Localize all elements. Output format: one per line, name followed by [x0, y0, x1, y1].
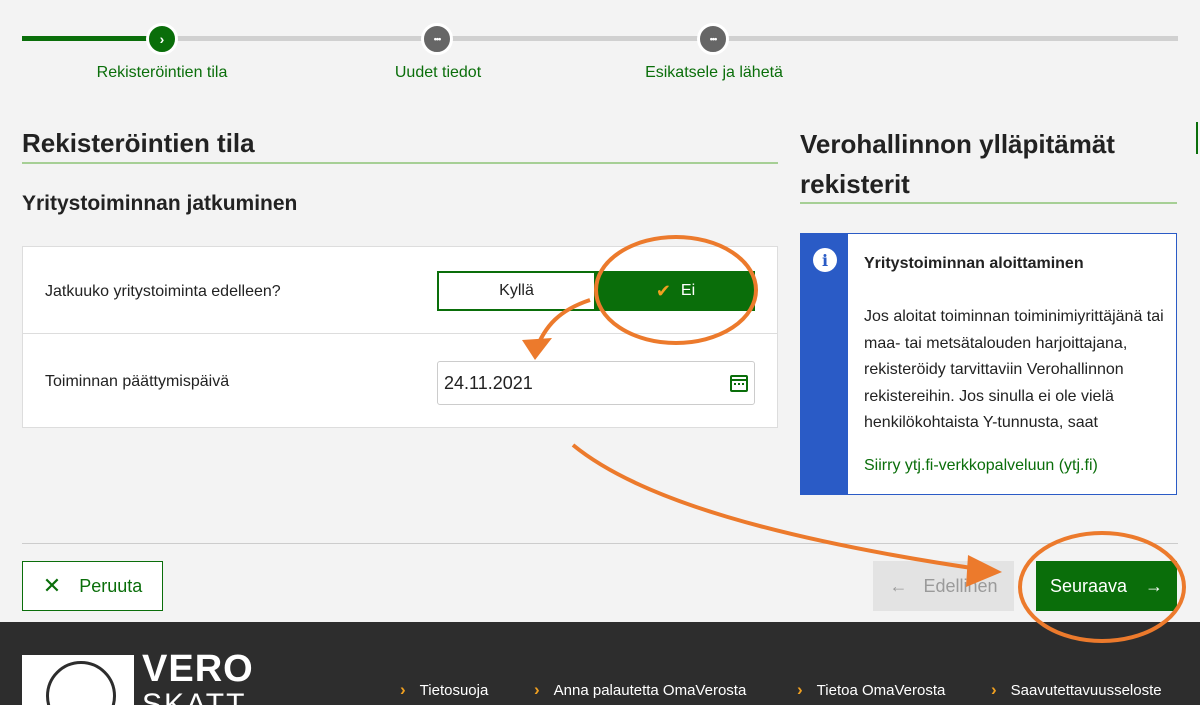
chevron-right-icon: ›	[400, 680, 406, 699]
cancel-button[interactable]: ✕ Peruuta	[22, 561, 163, 611]
footer-link-feedback[interactable]: › Anna palautetta OmaVerosta	[534, 680, 746, 700]
end-date-input[interactable]: 24.11.2021	[437, 361, 755, 405]
chevron-right-icon: ›	[534, 680, 540, 699]
step-3-label: Esikatsele ja lähetä	[645, 64, 783, 81]
step-2-label: Uudet tiedot	[394, 64, 482, 81]
footer-link-label: Tietoa OmaVerosta	[816, 681, 946, 699]
step-1-label[interactable]: Rekisteröintien tila	[97, 64, 228, 82]
footer-link-privacy[interactable]: › Tietosuoja	[400, 680, 488, 700]
info-title: Yritystoiminnan aloittaminen	[864, 255, 1084, 272]
end-date-label: Toiminnan päättymispäivä	[45, 373, 230, 390]
checkmark-icon: ✔	[655, 280, 671, 301]
footer-link-label: Tietosuoja	[419, 681, 489, 699]
more-dots-icon: •••	[433, 34, 442, 44]
info-icon: i	[813, 248, 837, 272]
chevron-right-icon: ›	[797, 680, 803, 699]
next-label: Seuraava	[1049, 575, 1128, 596]
previous-label: Edellinen	[923, 575, 998, 596]
logo-wordmark: VERO	[142, 648, 254, 690]
chevron-right-icon: ›	[991, 680, 997, 699]
side-divider	[800, 202, 1177, 204]
previous-button[interactable]: ← Edellinen	[873, 561, 1014, 611]
page-title: Rekisteröintien tila	[22, 128, 255, 158]
arrow-left-icon: ←	[889, 575, 908, 596]
step-1-dot[interactable]: ›	[146, 23, 178, 55]
registration-form: Jatkuuko yritystoiminta edelleen? Kyllä …	[22, 246, 778, 428]
no-option-button[interactable]: ✔ Ei	[596, 271, 755, 311]
next-button[interactable]: Seuraava →	[1036, 561, 1177, 611]
yes-option-button[interactable]: Kyllä	[437, 271, 596, 311]
vero-logo-emblem[interactable]	[22, 655, 134, 705]
info-panel: i Yritystoiminnan aloittaminen Jos aloit…	[800, 233, 1177, 495]
more-dots-icon: •••	[709, 34, 718, 44]
crown-emblem-icon	[46, 661, 116, 705]
footer-link-label: Saavutettavuusseloste	[1010, 681, 1162, 699]
continue-question-label: Jatkuuko yritystoiminta edelleen?	[45, 283, 281, 300]
stepper-line-done	[22, 36, 162, 41]
footer: VERO SKATT › Tietosuoja › Anna palautetta …	[0, 622, 1200, 705]
arrow-right-icon: →	[1145, 575, 1164, 596]
edge-marker	[1196, 122, 1198, 154]
cancel-label: Peruuta	[79, 575, 143, 596]
yes-option-label: Kyllä	[499, 282, 534, 299]
title-divider	[22, 162, 778, 164]
no-option-label: Ei	[680, 282, 696, 299]
step-3-dot: •••	[697, 23, 729, 55]
footer-link-label: Anna palautetta OmaVerosta	[553, 681, 747, 699]
continue-toggle: Kyllä ✔ Ei	[437, 271, 755, 311]
info-stripe: i	[801, 234, 848, 494]
end-date-value: 24.11.2021	[444, 372, 533, 393]
close-icon: ✕	[42, 573, 62, 598]
calendar-icon[interactable]	[730, 375, 748, 392]
stepper-line-pending	[162, 36, 1178, 41]
chevron-right-icon: ›	[159, 31, 165, 47]
section-title: Yritystoiminnan jatkuminen	[22, 192, 298, 215]
side-title: Verohallinnon ylläpitämät rekisterit	[800, 129, 1115, 199]
row-divider	[23, 333, 777, 334]
progress-stepper: › ••• ••• Rekisteröintien tila Uudet tie…	[0, 0, 1200, 100]
actions-divider	[22, 543, 1178, 544]
logo-subword: SKATT	[142, 688, 247, 705]
footer-link-about[interactable]: › Tietoa OmaVerosta	[797, 680, 945, 700]
info-text[interactable]: Jos aloitat toiminnan toiminimiyrittäjän…	[864, 304, 1164, 446]
ytj-link[interactable]: Siirry ytj.fi-verkkopalveluun (ytj.fi)	[864, 457, 1098, 475]
footer-link-accessibility[interactable]: › Saavutettavuusseloste	[991, 680, 1162, 700]
step-2-dot: •••	[421, 23, 453, 55]
